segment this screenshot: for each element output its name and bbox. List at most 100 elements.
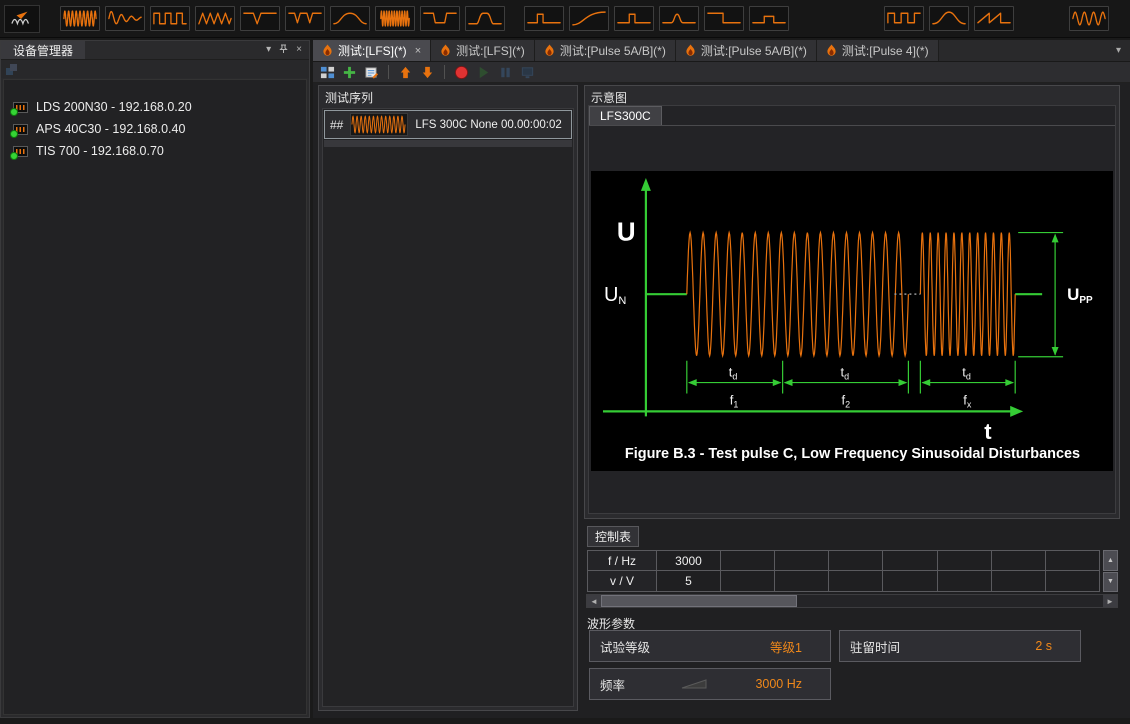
move-up-icon[interactable] (397, 64, 414, 81)
waveform-button-exp-rise[interactable] (569, 6, 609, 31)
layers-icon[interactable] (5, 63, 18, 76)
test-flame-icon (544, 44, 555, 57)
table-cell-empty[interactable] (829, 550, 883, 571)
table-cell-empty[interactable] (721, 550, 775, 571)
device-manager-panel: 设备管理器 ▾ × LDS 200N30 - 192.168.0.20 APS … (0, 40, 310, 718)
tab-label: 测试:[LFS](*) (456, 42, 525, 59)
table-cell-value[interactable]: 3000 (657, 550, 721, 571)
add-icon[interactable] (341, 64, 358, 81)
device-item-aps-40c30[interactable]: APS 40C30 - 192.168.0.40 (4, 118, 306, 140)
tab-test-lfs-2[interactable]: 测试:[LFS](*) (431, 40, 535, 61)
waveform-button-round-pulse[interactable] (465, 6, 505, 31)
upp-label: UPP (1067, 285, 1093, 306)
waveform-button-damped-sine[interactable] (105, 6, 145, 31)
param-value: 3000 Hz (755, 677, 820, 691)
tab-test-lfs-1[interactable]: 测试:[LFS](*) × (313, 40, 431, 61)
waveform-button-square-pulses[interactable] (150, 6, 190, 31)
ramp-icon (680, 678, 710, 690)
scrollbar-track[interactable] (601, 595, 1103, 607)
table-cell-param: v / V (587, 571, 657, 592)
waveform-button-sawtooth[interactable] (974, 6, 1014, 31)
y-axis-arrowhead (641, 178, 651, 191)
sequence-list[interactable]: ## LFS 300C None 00.00:00:02 (322, 108, 574, 707)
scroll-right-icon[interactable]: ► (1103, 595, 1117, 607)
diagram-subtab-strip: LFS300C (589, 106, 1115, 126)
waveform-button-dropout-notch[interactable] (420, 6, 460, 31)
scroll-up-icon[interactable]: ▲ (1103, 550, 1118, 571)
scroll-down-icon[interactable]: ▼ (1103, 572, 1118, 593)
monitor-icon[interactable] (519, 64, 536, 81)
device-item-lds-200n30[interactable]: LDS 200N30 - 192.168.0.20 (4, 96, 306, 118)
arrow-glyph (17, 11, 28, 18)
scroll-left-icon[interactable]: ◄ (587, 595, 601, 607)
waveform-button-dense-burst[interactable] (375, 6, 415, 31)
waveform-button-smooth-hump[interactable] (330, 6, 370, 31)
table-row-frequency: f / Hz 3000 (587, 550, 1100, 571)
coil-arrow-icon[interactable] (4, 5, 40, 33)
table-cell-empty[interactable] (775, 571, 829, 592)
waveform-thumbnail (350, 113, 408, 136)
waveform-button-short-pulse[interactable] (614, 6, 654, 31)
sine-burst-2 (920, 233, 1015, 356)
move-down-icon[interactable] (419, 64, 436, 81)
test-flame-icon (440, 44, 451, 57)
table-cell-empty[interactable] (992, 571, 1046, 592)
table-cell-empty[interactable] (775, 550, 829, 571)
sequence-icon[interactable] (319, 64, 336, 81)
lfs-figure: U UN UPP td td td f1 f2 fx t Figure B.3 … (591, 171, 1113, 471)
table-cell-empty[interactable] (938, 550, 992, 571)
tab-overflow-chevron-icon[interactable]: ▾ (1107, 45, 1130, 56)
table-row-voltage: v / V 5 (587, 571, 1100, 592)
waveform-button-triangle-pulses[interactable] (195, 6, 235, 31)
waveform-button-voltage-dip[interactable] (240, 6, 280, 31)
table-cell-empty[interactable] (883, 571, 937, 592)
f2-label: f2 (842, 392, 851, 409)
scrollbar-thumb[interactable] (601, 595, 797, 607)
waveform-button-sine-burst[interactable] (60, 6, 100, 31)
table-cell-empty[interactable] (721, 571, 775, 592)
diagram-body: LFS300C (588, 105, 1116, 514)
tab-label: 测试:[Pulse 5A/B](*) (701, 42, 807, 59)
table-cell-empty[interactable] (1046, 571, 1100, 592)
waveform-button-bell-pulse[interactable] (929, 6, 969, 31)
waveform-button-square-wave[interactable] (884, 6, 924, 31)
horizontal-scrollbar: ◄ ► (586, 594, 1118, 608)
sequence-item-lfs-300c[interactable]: ## LFS 300C None 00.00:00:02 (324, 110, 572, 139)
table-cell-empty[interactable] (883, 550, 937, 571)
param-label: 驻留时间 (850, 637, 900, 656)
table-cell-empty[interactable] (829, 571, 883, 592)
coil-glyph (12, 19, 29, 23)
pause-icon[interactable] (497, 64, 514, 81)
param-label: 试验等级 (600, 637, 650, 656)
table-cell-empty[interactable] (1046, 550, 1100, 571)
tab-test-pulse4[interactable]: 测试:[Pulse 4](*) (817, 40, 939, 61)
table-cell-value[interactable]: 5 (657, 571, 721, 592)
waveform-button-micro-pulse[interactable] (659, 6, 699, 31)
control-table-title: 控制表 (587, 526, 639, 547)
device-item-tis-700[interactable]: TIS 700 - 192.168.0.70 (4, 140, 306, 162)
waveform-button-notch-pulse[interactable] (524, 6, 564, 31)
chevron-down-icon[interactable]: ▾ (266, 45, 271, 55)
online-status-dot (10, 108, 18, 116)
param-test-level[interactable]: 试验等级 等级1 (589, 630, 831, 662)
table-cell-empty[interactable] (992, 550, 1046, 571)
waveform-button-low-step[interactable] (749, 6, 789, 31)
pin-icon[interactable] (279, 44, 288, 57)
waveform-button-multi-sine[interactable] (1069, 6, 1109, 31)
param-dwell-time[interactable]: 驻留时间 2 s (839, 630, 1081, 662)
tab-close-icon[interactable]: × (415, 45, 421, 57)
waveform-button-double-dip[interactable] (285, 6, 325, 31)
run-icon[interactable] (475, 64, 492, 81)
param-frequency[interactable]: 频率 3000 Hz (589, 668, 831, 700)
close-icon[interactable]: × (296, 45, 302, 55)
waveform-button-step-down[interactable] (704, 6, 744, 31)
tab-test-pulse5ab-2[interactable]: 测试:[Pulse 5A/B](*) (676, 40, 817, 61)
stop-icon[interactable] (453, 64, 470, 81)
tab-test-pulse5ab-1[interactable]: 测试:[Pulse 5A/B](*) (535, 40, 676, 61)
table-cell-empty[interactable] (938, 571, 992, 592)
edit-icon[interactable] (363, 64, 380, 81)
td-label-3: td (962, 365, 971, 382)
subtab-lfs300c[interactable]: LFS300C (589, 106, 662, 125)
device-icon (13, 124, 28, 135)
device-icon (13, 102, 28, 113)
